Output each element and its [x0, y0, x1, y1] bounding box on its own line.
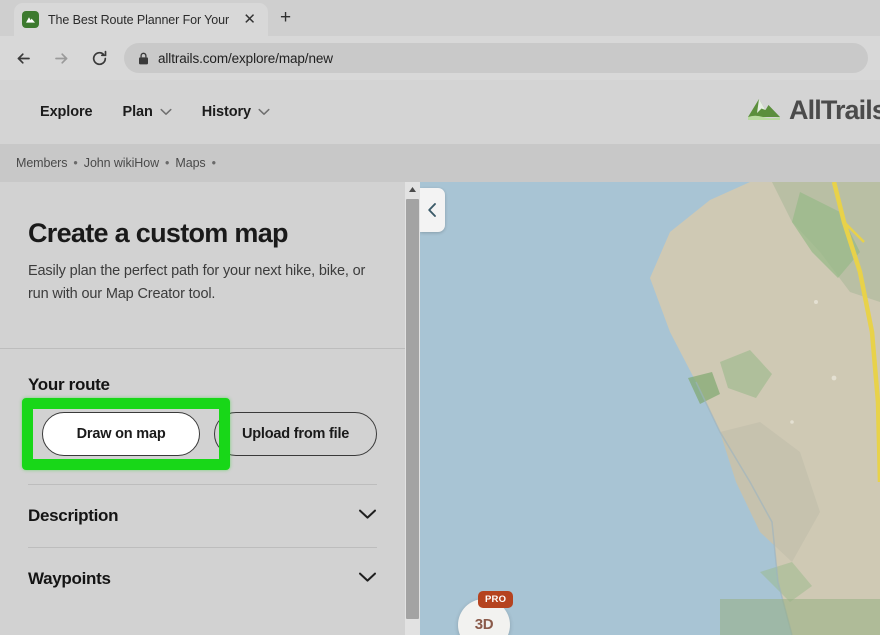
page-title: Create a custom map — [28, 218, 289, 248]
address-bar[interactable]: alltrails.com/explore/map/new — [124, 43, 868, 73]
browser-toolbar: alltrails.com/explore/map/new — [0, 36, 880, 80]
scroll-up-arrow-icon[interactable] — [405, 182, 420, 197]
nav-item-history[interactable]: History — [202, 104, 270, 120]
nav-item-label: Plan — [122, 104, 153, 120]
chevron-down-icon[interactable] — [358, 570, 377, 588]
site-header: Explore Plan History AllTrails — [0, 80, 880, 144]
browser-tab-title: The Best Route Planner For Your — [48, 12, 230, 27]
map-terrain — [420, 182, 880, 635]
breadcrumb-separator: • — [211, 156, 216, 170]
scrollbar-thumb[interactable] — [406, 199, 419, 619]
your-route-section: Your route Draw on map Upload from file — [0, 349, 405, 470]
collapse-panel-button[interactable] — [420, 188, 445, 232]
breadcrumb-separator: • — [165, 156, 170, 170]
chevron-down-icon — [258, 104, 270, 120]
alltrails-favicon — [22, 11, 39, 28]
panel-scrollbar[interactable] — [405, 182, 420, 635]
your-route-label: Your route — [28, 374, 110, 394]
browser-window: The Best Route Planner For Your ✕ + allt… — [0, 0, 880, 635]
forward-arrow-icon — [46, 43, 76, 73]
pro-badge: PRO — [478, 591, 514, 608]
brand-text: AllTrails — [789, 94, 880, 125]
map-canvas[interactable]: 3D PRO — [420, 182, 880, 635]
nav-item-label: Explore — [40, 104, 93, 120]
reload-icon[interactable] — [84, 43, 114, 73]
waypoints-section-header[interactable]: Waypoints — [28, 548, 377, 610]
breadcrumb-item-user[interactable]: John wikiHow — [84, 156, 159, 170]
breadcrumb-item-maps[interactable]: Maps — [175, 156, 205, 170]
browser-tab-strip: The Best Route Planner For Your ✕ + — [0, 0, 880, 36]
nav-item-label: History — [201, 104, 251, 120]
breadcrumb-separator: • — [73, 156, 78, 170]
breadcrumb-item-members[interactable]: Members — [16, 156, 68, 170]
new-tab-button[interactable]: + — [280, 8, 291, 27]
close-icon[interactable]: ✕ — [239, 12, 260, 27]
breadcrumb: Members • John wikiHow • Maps • — [0, 144, 880, 182]
lock-icon — [138, 52, 149, 65]
chevron-down-icon — [160, 104, 172, 120]
route-button-group: Draw on map Upload from file — [22, 397, 377, 470]
nav-item-plan[interactable]: Plan — [123, 104, 172, 120]
upload-from-file-button[interactable]: Upload from file — [214, 411, 377, 456]
url-text: alltrails.com/explore/map/new — [158, 50, 333, 66]
alltrails-logo[interactable]: AllTrails — [746, 94, 880, 126]
description-label: Description — [28, 505, 119, 525]
map-3d-label: 3D — [474, 615, 494, 633]
map-attribution-bar — [720, 599, 880, 635]
alltrails-mountain-logo — [746, 94, 782, 126]
page-subtitle: Easily plan the perfect path for your ne… — [28, 263, 366, 302]
back-arrow-icon[interactable] — [8, 43, 38, 73]
chevron-down-icon[interactable] — [358, 507, 377, 525]
main-navigation: Explore Plan History — [40, 104, 270, 120]
nav-item-explore[interactable]: Explore — [40, 104, 93, 120]
browser-tab[interactable]: The Best Route Planner For Your ✕ — [14, 3, 268, 36]
draw-on-map-button[interactable]: Draw on map — [42, 411, 201, 456]
description-section-header[interactable]: Description — [28, 485, 377, 547]
create-map-panel: Create a custom map Easily plan the perf… — [0, 182, 405, 635]
waypoints-label: Waypoints — [28, 568, 111, 588]
